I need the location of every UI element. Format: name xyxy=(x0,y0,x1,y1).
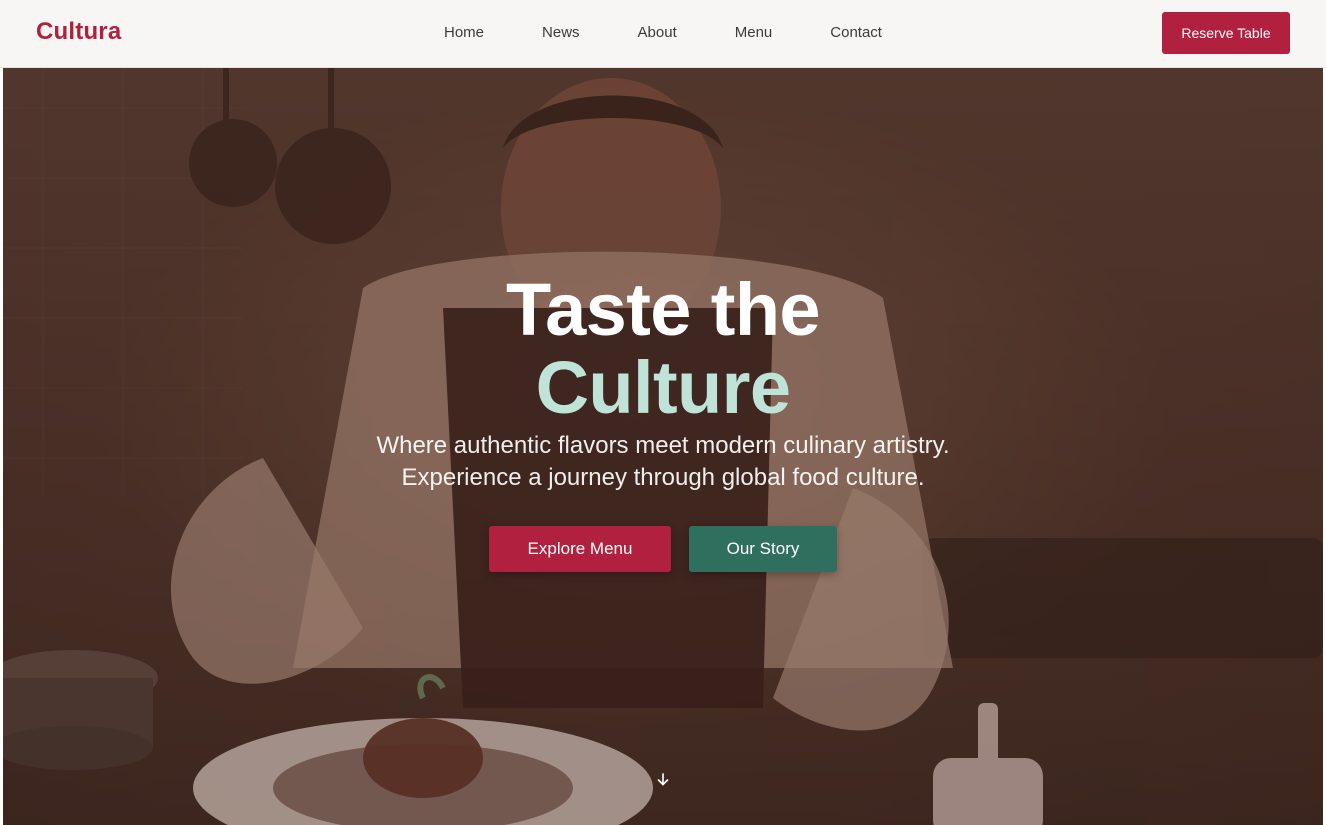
hero-subtitle: Where authentic flavors meet modern culi… xyxy=(3,430,1323,495)
nav-link-menu[interactable]: Menu xyxy=(735,24,773,41)
hero-section: Taste the Culture Where authentic flavor… xyxy=(3,68,1323,825)
top-navbar: Cultura Home News About Menu Contact Res… xyxy=(0,0,1326,68)
hero-title-line-2: Culture xyxy=(535,346,791,430)
nav-link-contact[interactable]: Contact xyxy=(830,24,882,41)
hero-title: Taste the Culture xyxy=(3,273,1323,425)
nav-links: Home News About Menu Contact xyxy=(444,24,882,41)
brand-logo[interactable]: Cultura xyxy=(36,18,121,46)
hero-subtitle-line-2: Experience a journey through global food… xyxy=(401,464,925,492)
page: Cultura Home News About Menu Contact Res… xyxy=(0,0,1326,825)
nav-link-news[interactable]: News xyxy=(542,24,580,41)
hero-subtitle-line-1: Where authentic flavors meet modern culi… xyxy=(376,432,950,459)
nav-link-about[interactable]: About xyxy=(638,24,677,41)
explore-menu-button[interactable]: Explore Menu xyxy=(489,526,671,572)
hero-title-line-1: Taste the xyxy=(506,268,821,352)
our-story-button[interactable]: Our Story xyxy=(689,526,837,572)
arrow-down-icon[interactable] xyxy=(653,770,673,790)
reserve-table-button[interactable]: Reserve Table xyxy=(1162,12,1290,54)
nav-link-home[interactable]: Home xyxy=(444,24,484,41)
